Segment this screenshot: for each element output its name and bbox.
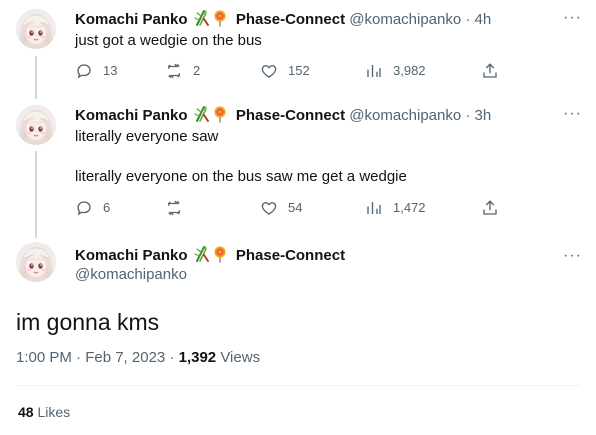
likes-label: Likes: [33, 404, 71, 420]
main-tweet-text: im gonna kms: [16, 309, 160, 335]
bamboo-and-lollipop-emoji-icon: [194, 9, 230, 27]
share-icon: [483, 200, 497, 215]
more-icon[interactable]: ···: [563, 248, 582, 264]
reply-button[interactable]: 13: [75, 62, 117, 80]
author-name[interactable]: Komachi Panko: [75, 247, 188, 264]
reply-button[interactable]: 6: [75, 199, 110, 217]
heart-icon: [261, 202, 277, 215]
views-count: 1,472: [393, 200, 426, 215]
view-count: 1,392: [178, 349, 217, 366]
divider: [16, 385, 580, 386]
share-icon: [483, 63, 497, 78]
tweet-text: just got a wedgie on the bus: [75, 32, 262, 49]
avatar[interactable]: [16, 9, 56, 49]
author-handle[interactable]: @komachipanko: [75, 266, 187, 284]
tweet-actions: 13 2 152 3,982: [75, 62, 505, 82]
author-name[interactable]: Komachi Panko: [75, 107, 188, 124]
like-button[interactable]: 54: [260, 199, 302, 217]
like-button[interactable]: 152: [260, 62, 310, 80]
reply-icon: [77, 64, 91, 79]
tweet-header: Komachi Panko Phase-Connect @komachipank…: [75, 9, 491, 29]
like-count: 54: [288, 200, 303, 215]
retweet-icon: [167, 63, 181, 79]
retweet-button[interactable]: [165, 199, 193, 217]
likes-count: 48: [18, 404, 34, 420]
tweet-actions: 6 54 1,472: [75, 199, 505, 219]
share-button[interactable]: [481, 199, 509, 217]
reply-icon: [77, 201, 91, 216]
more-icon[interactable]: ···: [563, 106, 582, 122]
author-affiliation[interactable]: Phase-Connect: [236, 107, 345, 124]
views-button[interactable]: 1,472: [365, 199, 426, 217]
thread-connector: [35, 56, 37, 99]
dot-separator: ·: [465, 11, 471, 28]
views-icon: [367, 202, 381, 214]
main-tweet-author: Komachi Panko Phase-Connect: [75, 245, 345, 265]
tweet-time[interactable]: 4h: [475, 11, 492, 28]
share-button[interactable]: [481, 62, 509, 80]
author-handle[interactable]: @komachipanko: [349, 107, 461, 124]
bamboo-and-lollipop-emoji-icon: [194, 105, 230, 123]
author-affiliation[interactable]: Phase-Connect: [236, 247, 345, 264]
views-icon: [367, 65, 381, 77]
avatar[interactable]: [16, 105, 56, 145]
views-label: Views: [216, 349, 261, 366]
tweet-time[interactable]: 3h: [475, 107, 492, 124]
reply-count: 6: [103, 200, 111, 215]
likes-stat[interactable]: 48 Likes: [18, 404, 70, 420]
tweet-text-line-1: literally everyone saw: [75, 128, 219, 145]
reply-count: 13: [103, 63, 118, 78]
author-handle[interactable]: @komachipanko: [349, 11, 461, 28]
tweet-timestamp[interactable]: 1:00 PM · Feb 7, 2023: [16, 349, 165, 366]
retweet-icon: [167, 200, 181, 216]
author-name[interactable]: Komachi Panko: [75, 11, 188, 28]
tweet-header: Komachi Panko Phase-Connect @komachipank…: [75, 105, 491, 125]
thread-connector: [35, 151, 37, 238]
bamboo-and-lollipop-emoji-icon: [194, 245, 230, 263]
avatar[interactable]: [16, 242, 56, 282]
author-affiliation[interactable]: Phase-Connect: [236, 11, 345, 28]
heart-icon: [261, 65, 277, 78]
like-count: 152: [288, 63, 310, 78]
dot-separator: ·: [465, 107, 471, 124]
tweet-text-line-2: literally everyone on the bus saw me get…: [75, 168, 407, 185]
dot-separator: ·: [165, 349, 179, 366]
views-count: 3,982: [393, 63, 426, 78]
retweet-count: 2: [193, 63, 201, 78]
more-icon[interactable]: ···: [563, 10, 582, 26]
retweet-button[interactable]: 2: [165, 62, 200, 80]
tweet-metadata: 1:00 PM · Feb 7, 2023 · 1,392 Views: [16, 349, 260, 366]
views-button[interactable]: 3,982: [365, 62, 426, 80]
